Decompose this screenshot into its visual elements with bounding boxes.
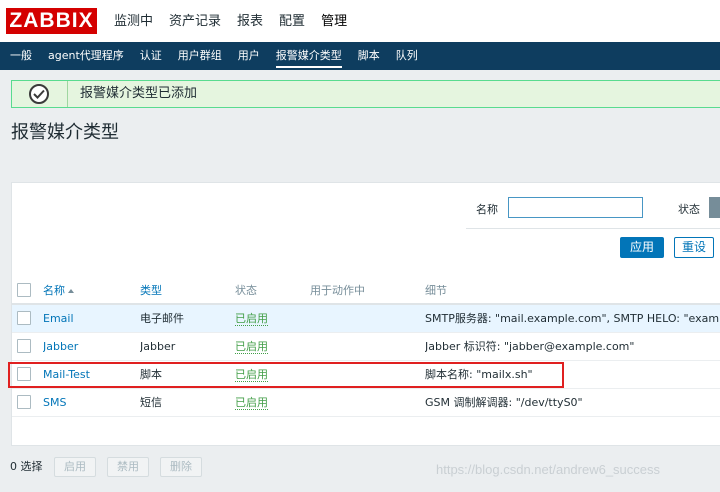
row-checkbox[interactable] <box>17 311 31 326</box>
top-bar: ZABBIX 监测中 资产记录 报表 配置 管理 <box>0 0 720 42</box>
tab-user-groups[interactable]: 用户群组 <box>170 42 230 70</box>
reset-button[interactable]: 重设 <box>674 237 714 258</box>
filter-status-label: 状态 <box>678 203 700 216</box>
tab-media-types[interactable]: 报警媒介类型 <box>268 42 350 70</box>
disable-button[interactable]: 禁用 <box>107 457 149 477</box>
media-type-name-link[interactable]: SMS <box>43 396 66 409</box>
media-type-details: SMTP服务器: "mail.example.com", SMTP HELO: … <box>425 312 720 326</box>
delete-button[interactable]: 删除 <box>160 457 202 477</box>
media-type-details: Jabber 标识符: "jabber@example.com" <box>425 340 635 353</box>
tab-queue[interactable]: 队列 <box>388 42 426 70</box>
media-type-type: Jabber <box>140 339 176 353</box>
header-details: 细节 <box>425 283 447 297</box>
media-type-name-link[interactable]: Jabber <box>43 340 78 353</box>
filter-divider <box>466 228 720 229</box>
menu-item-monitoring[interactable]: 监测中 <box>100 0 161 42</box>
filter-name-input[interactable] <box>508 197 643 218</box>
header-status: 状态 <box>235 283 257 297</box>
table-row: SMS 短信 已启用 GSM 调制解调器: "/dev/ttyS0" <box>12 388 720 417</box>
status-toggle-link[interactable]: 已启用 <box>235 340 268 354</box>
menu-item-inventory[interactable]: 资产记录 <box>161 0 229 42</box>
header-name[interactable]: 名称 <box>43 284 65 297</box>
table-row: Jabber Jabber 已启用 Jabber 标识符: "jabber@ex… <box>12 332 720 361</box>
filter-section: 名称 状态 应用 重设 <box>12 183 720 268</box>
tab-users[interactable]: 用户 <box>230 42 268 70</box>
header-used-in-actions: 用于动作中 <box>310 283 365 297</box>
main-menu: 监测中 资产记录 报表 配置 管理 <box>100 0 355 42</box>
row-checkbox[interactable] <box>17 339 31 353</box>
sort-asc-icon <box>68 288 74 293</box>
selected-count: 0 选择 <box>10 460 43 473</box>
tab-scripts[interactable]: 脚本 <box>350 42 388 70</box>
watermark: https://blog.csdn.net/andrew6_success <box>436 462 661 477</box>
media-type-name-link[interactable]: Email <box>43 312 74 325</box>
table-header-row: 名称 类型 状态 用于动作中 细节 <box>12 276 720 305</box>
status-toggle-link[interactable]: 已启用 <box>235 396 268 410</box>
check-circle-icon <box>29 84 49 104</box>
menu-item-administration[interactable]: 管理 <box>313 0 355 42</box>
sub-menu: 一般 agent代理程序 认证 用户群组 用户 报警媒介类型 脚本 队列 <box>0 42 426 70</box>
menu-item-reports[interactable]: 报表 <box>229 0 271 42</box>
media-type-type: 短信 <box>140 396 162 409</box>
media-types-panel: 名称 状态 应用 重设 名称 类型 状态 用于动作中 细节 Email 电子邮件… <box>11 182 720 446</box>
table-row: Email 电子邮件 已启用 SMTP服务器: "mail.example.co… <box>12 304 720 333</box>
media-type-details: GSM 调制解调器: "/dev/ttyS0" <box>425 396 583 409</box>
menu-item-configuration[interactable]: 配置 <box>271 0 313 42</box>
highlight-annotation-box <box>8 362 564 388</box>
row-checkbox[interactable] <box>17 395 31 409</box>
apply-button[interactable]: 应用 <box>620 237 664 258</box>
tab-general[interactable]: 一般 <box>0 42 40 70</box>
status-toggle-link[interactable]: 已启用 <box>235 312 268 327</box>
sub-menu-bar: 一般 agent代理程序 认证 用户群组 用户 报警媒介类型 脚本 队列 <box>0 42 720 70</box>
select-all-checkbox[interactable] <box>17 282 31 297</box>
success-message: 报警媒介类型已添加 <box>11 80 720 108</box>
media-type-type: 电子邮件 <box>140 312 184 326</box>
success-icon-box <box>12 81 68 107</box>
tab-agent-proxy[interactable]: agent代理程序 <box>40 42 132 70</box>
tab-authentication[interactable]: 认证 <box>132 42 170 70</box>
filter-status-selector[interactable] <box>709 197 720 218</box>
media-types-table: 名称 类型 状态 用于动作中 细节 Email 电子邮件 已启用 SMTP服务器… <box>12 276 720 417</box>
filter-name-label: 名称 <box>476 203 498 216</box>
page-title: 报警媒介类型 <box>11 122 119 143</box>
zabbix-logo[interactable]: ZABBIX <box>6 8 97 34</box>
header-type[interactable]: 类型 <box>140 284 162 297</box>
enable-button[interactable]: 启用 <box>54 457 96 477</box>
success-message-text: 报警媒介类型已添加 <box>80 86 198 101</box>
